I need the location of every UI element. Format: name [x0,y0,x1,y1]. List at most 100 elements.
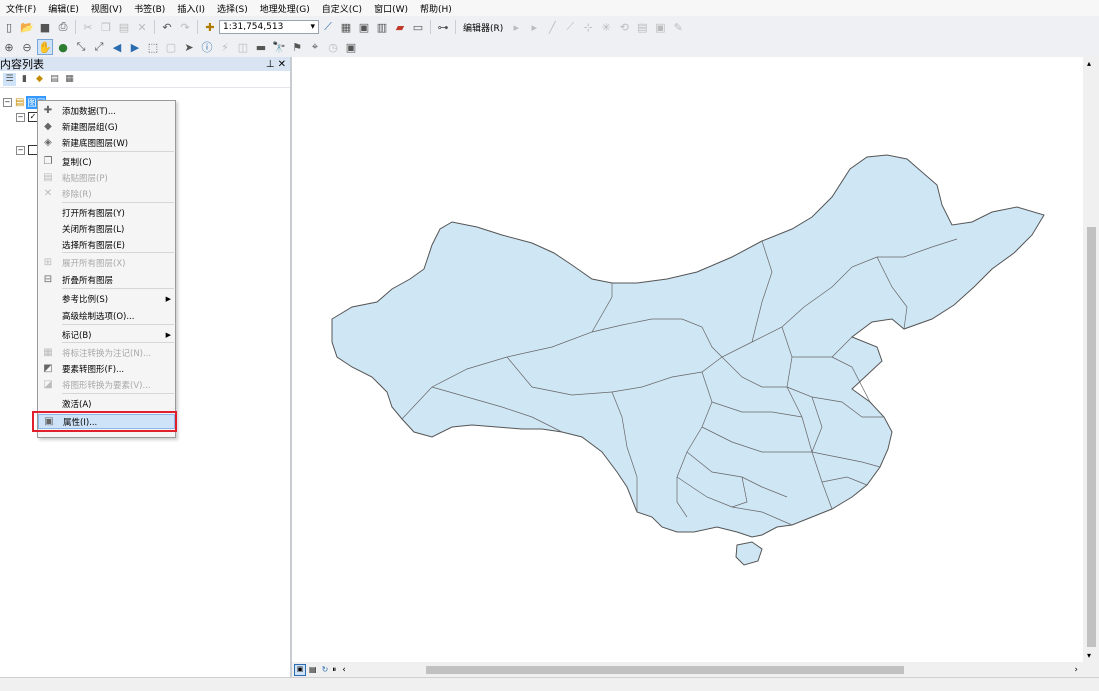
context-menu-item[interactable]: ◈ 新建底图图层(W) [38,135,175,150]
edit-annotation-icon[interactable]: ▸ [526,19,542,35]
python-window-icon[interactable]: ▭ [410,19,426,35]
context-menu-item[interactable]: ✚ 添加数据(T)... [38,103,175,118]
hyperlink-icon[interactable]: ⚡ [217,39,233,55]
pan-icon[interactable]: ✋ [37,39,53,55]
vertical-scrollbar[interactable]: ▴ ▾ [1083,57,1099,662]
attributes-icon[interactable]: ▤ [634,19,650,35]
context-menu-item[interactable]: 关闭所有图层(L) [38,221,175,236]
menu-item[interactable]: 书签(B) [128,2,171,15]
context-menu-item[interactable]: 激活(A) [38,396,175,411]
list-by-selection-icon[interactable]: ▤ [48,73,61,86]
menu-item[interactable]: 编辑(E) [42,2,85,15]
edit-tool-icon[interactable]: ▸ [508,19,524,35]
context-menu-item[interactable]: ◆ 新建图层组(G) [38,119,175,134]
menu-item[interactable]: 文件(F) [0,2,42,15]
editor-menu[interactable]: 编辑器(R) [459,21,507,34]
undo-icon[interactable]: ↶ [159,19,175,35]
clear-selection-icon[interactable]: ▢ [163,39,179,55]
find-icon[interactable]: 🔭 [271,39,287,55]
list-by-source-icon[interactable]: ▮ [18,73,31,86]
create-features-icon[interactable]: ✎ [670,19,686,35]
split-icon[interactable]: ✳ [598,19,614,35]
collapse-icon[interactable]: − [3,98,12,107]
identify-icon[interactable]: ⓘ [199,39,215,55]
context-menu-item[interactable]: ⊞ 展开所有图层(X) [38,255,175,270]
scroll-right-icon[interactable]: › [1074,665,1078,675]
trace-icon[interactable]: ⟋ [562,19,578,35]
menu-item[interactable]: 插入(I) [171,2,211,15]
menu-item[interactable]: 选择(S) [211,2,254,15]
context-menu-item[interactable]: 选择所有图层(E) [38,237,175,252]
map-view[interactable]: ▴ ▾ ▣ ▤ ↻ ⏸ ‹ › [291,57,1099,677]
scroll-up-icon[interactable]: ▴ [1087,59,1091,68]
go-to-xy-icon[interactable]: ⌖ [307,39,323,55]
zoom-out-icon[interactable]: ⊖ [19,39,35,55]
list-by-drawing-order-icon[interactable]: ☰ [3,72,16,86]
vertical-scroll-thumb[interactable] [1087,227,1096,647]
collapse-icon[interactable]: − [16,112,25,122]
map-scale-dropdown[interactable]: 1:31,754,513 ▾ [219,20,319,34]
open-icon[interactable]: 📂 [19,19,35,35]
context-menu-item[interactable]: ▤ 粘贴图层(P) [38,170,175,185]
save-icon[interactable]: ■ [37,19,53,35]
cut-icon[interactable]: ✂ [80,19,96,35]
menu-item[interactable]: 视图(V) [85,2,128,15]
arctoolbox-icon[interactable]: ▰ [392,19,408,35]
context-menu-item[interactable]: 打开所有图层(Y) [38,205,175,220]
menu-item[interactable]: 地理处理(G) [254,2,316,15]
context-menu-item[interactable]: ❐ 复制(C) [38,154,175,169]
editor-toolbar-icon[interactable]: ⟋ [320,19,336,35]
scroll-down-icon[interactable]: ▾ [1087,651,1091,660]
select-elements-icon[interactable]: ➤ [181,39,197,55]
context-menu-item[interactable]: 参考比例(S) ▶ [38,291,175,306]
delete-icon[interactable]: ✕ [134,19,150,35]
menu-item[interactable]: 窗口(W) [368,2,414,15]
html-popup-icon[interactable]: ◫ [235,39,251,55]
layout-view-icon[interactable]: ▣ [294,663,306,676]
context-menu-item[interactable]: ◪ 将图形转换为要素(V)... [38,377,175,392]
context-menu-item[interactable]: ⊟ 折叠所有图层 [38,272,175,287]
sketch-properties-icon[interactable]: ▣ [652,19,668,35]
table-icon[interactable]: ▦ [338,19,354,35]
context-menu-item[interactable]: 高级绘制选项(O)... [38,308,175,323]
time-slider-icon[interactable]: ◷ [325,39,341,55]
find-route-icon[interactable]: ⚑ [289,39,305,55]
select-features-icon[interactable]: ⬚ [145,39,161,55]
horizontal-scrollbar[interactable]: ▣ ▤ ↻ ⏸ ‹ › [292,662,1099,677]
back-extent-icon[interactable]: ◀ [109,39,125,55]
new-document-icon[interactable]: ▯ [1,19,17,35]
layer-row[interactable]: − [16,145,38,155]
model-builder-icon[interactable]: ⊶ [435,19,451,35]
zoom-in-icon[interactable]: ⊕ [1,39,17,55]
context-menu-item[interactable]: 标记(B) ▶ [38,327,175,342]
horizontal-scroll-thumb[interactable] [426,666,904,674]
catalog-icon[interactable]: ▣ [356,19,372,35]
collapse-icon[interactable]: − [16,145,25,155]
menu-item[interactable]: 帮助(H) [414,2,458,15]
full-extent-icon[interactable]: ● [55,39,71,55]
context-menu-item[interactable]: ✕ 移除(R) [38,186,175,201]
viewer-window-icon[interactable]: ▣ [343,39,359,55]
search-window-icon[interactable]: ▥ [374,19,390,35]
scroll-left-icon[interactable]: ‹ [342,665,346,675]
rotate-icon[interactable]: ⟲ [616,19,632,35]
pause-drawing-icon[interactable]: ⏸ [332,665,336,675]
context-menu-item[interactable]: ▦ 将标注转换为注记(N)... [38,345,175,360]
redo-icon[interactable]: ↷ [177,19,193,35]
measure-icon[interactable]: ▬ [253,39,269,55]
print-icon[interactable]: ⎙ [55,19,71,35]
copy-icon[interactable]: ❐ [98,19,114,35]
pin-icon[interactable]: ⊥ [266,59,275,70]
refresh-icon[interactable]: ↻ [322,665,329,674]
add-data-icon[interactable]: ✚ [202,19,218,35]
data-view-icon[interactable]: ▤ [309,665,317,674]
point-icon[interactable]: ⊹ [580,19,596,35]
straight-segment-icon[interactable]: ╱ [544,19,560,35]
close-icon[interactable]: ✕ [278,59,286,70]
fixed-zoom-out-icon[interactable]: ⤢ [91,39,107,55]
list-by-visibility-icon[interactable]: ◆ [33,73,46,86]
toc-options-icon[interactable]: ▦ [63,73,76,86]
menu-item[interactable]: 自定义(C) [316,2,368,15]
paste-icon[interactable]: ▤ [116,19,132,35]
forward-extent-icon[interactable]: ▶ [127,39,143,55]
